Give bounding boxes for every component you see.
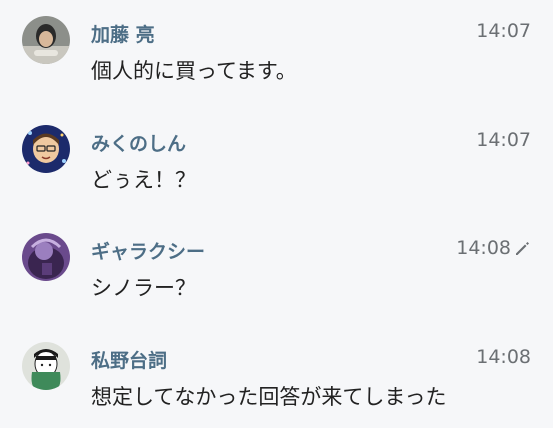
timestamp: 14:08 [456, 237, 531, 259]
message-text: どぅえ！？ [91, 168, 196, 192]
user-photo-avatar[interactable] [22, 16, 70, 64]
username[interactable]: みくのしん [91, 129, 186, 156]
pencil-icon [513, 239, 531, 257]
username[interactable]: 私野台詞 [91, 346, 167, 373]
timestamp-text: 14:07 [476, 129, 531, 151]
username[interactable]: 加藤 亮 [91, 20, 155, 47]
user-purple-avatar[interactable] [22, 233, 70, 281]
message-item: ギャラクシー 14:08 シノラー？ [0, 217, 553, 317]
timestamp: 14:07 [476, 129, 531, 151]
timestamp-text: 14:08 [456, 237, 511, 259]
message-item: 加藤 亮 14:07 個人的に買ってます。 [0, 0, 553, 100]
timestamp-text: 14:07 [476, 20, 531, 42]
user-drawing-avatar[interactable] [22, 342, 70, 390]
timestamp: 14:08 [476, 346, 531, 368]
message-text: 個人的に買ってます。 [91, 59, 297, 83]
message-item: 私野台詞 14:08 想定してなかった回答が来てしまった [0, 326, 553, 426]
user-illustration-avatar[interactable] [22, 125, 70, 173]
message-text: 想定してなかった回答が来てしまった [91, 385, 447, 409]
timestamp: 14:07 [476, 20, 531, 42]
message-text: シノラー？ [91, 276, 196, 300]
timestamp-text: 14:08 [476, 346, 531, 368]
username[interactable]: ギャラクシー [91, 237, 205, 264]
message-item: みくのしん 14:07 どぅえ！？ [0, 109, 553, 209]
message-list: 加藤 亮 14:07 個人的に買ってます。 みくのしん 14:07 どぅえ！？ … [0, 0, 553, 428]
